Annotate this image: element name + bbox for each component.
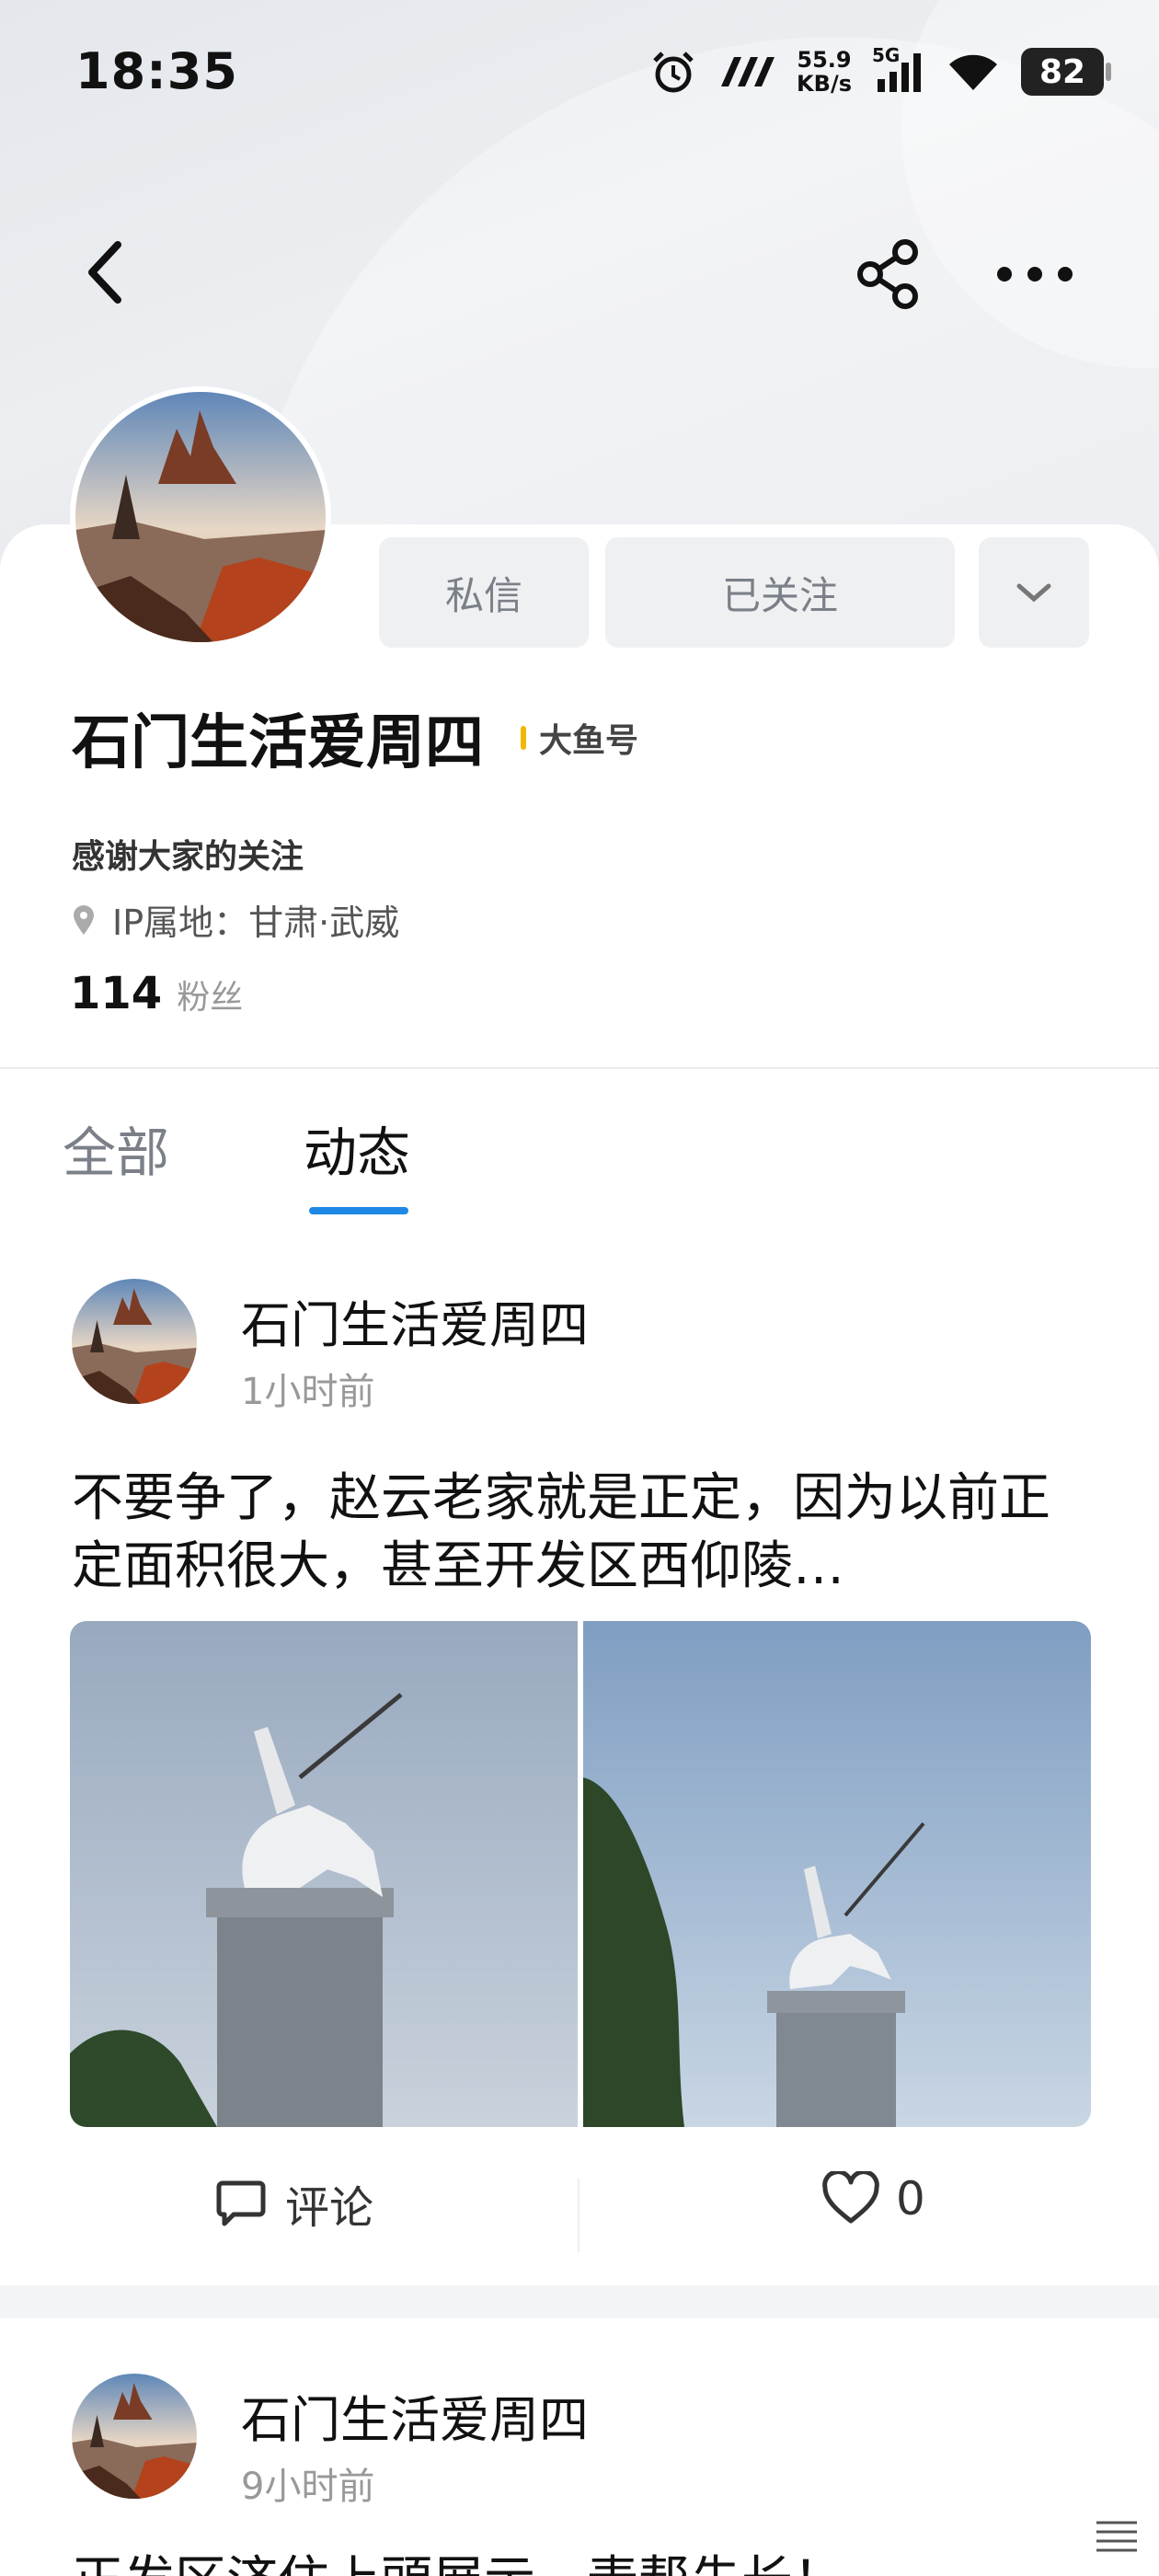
- post-image-2[interactable]: [583, 1621, 1091, 2127]
- chevron-down-icon: [1016, 583, 1051, 603]
- chevron-left-icon[interactable]: [79, 236, 134, 309]
- status-time: 18:35: [75, 42, 238, 100]
- like-count: 0: [896, 2172, 925, 2225]
- comment-button[interactable]: 评论: [213, 2171, 373, 2236]
- action-separator: [578, 2179, 580, 2252]
- net-speed-unit: KB/s: [797, 71, 852, 97]
- status-bar: 18:35 55.9 KB/s 5G 82: [0, 0, 1159, 147]
- nfc-icon: [721, 57, 775, 86]
- post-author[interactable]: 石门生活爱周四: [241, 2379, 589, 2452]
- post-time: 1小时前: [241, 1371, 375, 1413]
- tab-all[interactable]: 全部: [63, 1110, 169, 1187]
- tab-dynamics[interactable]: 动态: [304, 1110, 410, 1187]
- section-divider: [0, 1067, 1159, 1069]
- avatar[interactable]: [70, 386, 331, 648]
- menu-icon[interactable]: [1095, 2517, 1139, 2554]
- badge-label: 大鱼号: [539, 722, 639, 760]
- ip-location: IP属地：甘肃·武威: [72, 894, 399, 945]
- post-time: 9小时前: [241, 2466, 375, 2508]
- follow-button[interactable]: 已关注: [605, 537, 955, 648]
- profile-bio: 感谢大家的关注: [72, 838, 304, 876]
- status-icons: 55.9 KB/s 5G 82: [649, 42, 1111, 101]
- badge-bar: [521, 726, 526, 750]
- fans-label: 粉丝: [177, 979, 244, 1017]
- message-button[interactable]: 私信: [379, 537, 589, 648]
- comment-label: 评论: [285, 2182, 374, 2234]
- net-speed: 55.9 KB/s: [797, 48, 852, 96]
- comment-icon: [216, 2180, 266, 2226]
- cell-signal-icon: 5G: [872, 44, 925, 96]
- expand-button[interactable]: [979, 537, 1089, 648]
- wifi-icon: [949, 54, 997, 90]
- location-pin-icon: [74, 904, 94, 935]
- post-separator: [0, 2285, 1159, 2318]
- post-author[interactable]: 石门生活爱周四: [241, 1284, 589, 1357]
- net-speed-value: 55.9: [797, 47, 852, 73]
- active-tab-indicator: [309, 1207, 408, 1214]
- post-text[interactable]: 正发区济住上頭展示，麦帮先长！: [72, 2539, 844, 2576]
- post-text[interactable]: 不要争了，赵云老家就是正定，因为以前正定面积很大，甚至开发区西仰陵…: [72, 1465, 1093, 1601]
- post-actions: 评论 0: [0, 2171, 1159, 2263]
- heart-icon: [822, 2171, 879, 2224]
- profile-page: 18:35 55.9 KB/s 5G 82 私信 已关注 石门生活爱周四 大鱼号…: [0, 0, 1159, 2576]
- battery-icon: 82: [1021, 48, 1111, 96]
- post-avatar[interactable]: [72, 1279, 197, 1404]
- alarm-icon: [653, 52, 694, 93]
- fans-count[interactable]: 114 粉丝: [70, 968, 243, 1019]
- more-icon[interactable]: [993, 248, 1076, 300]
- share-icon[interactable]: [855, 237, 922, 311]
- post-image-1[interactable]: [70, 1621, 578, 2127]
- account-badge: 大鱼号: [521, 714, 638, 762]
- fans-number: 114: [70, 968, 163, 1019]
- like-button[interactable]: 0: [820, 2171, 925, 2226]
- battery-level: 82: [1039, 52, 1086, 91]
- profile-name: 石门生活爱周四: [72, 709, 484, 777]
- post-avatar[interactable]: [72, 2374, 197, 2499]
- ip-location-text: IP属地：甘肃·武威: [112, 903, 400, 943]
